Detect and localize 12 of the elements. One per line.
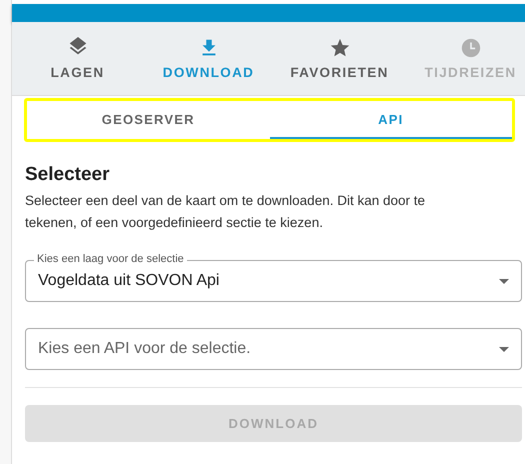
description-text: Selecteer een deel van de kaart om te downloaden. Dit kan door te tekenen, of een voorgedefinieerd sectie te kiezen.: [25, 192, 426, 232]
nav-tab[interactable]: DOWNLOAD: [143, 22, 274, 95]
sub-tab[interactable]: API: [270, 101, 512, 139]
caret-icon: [499, 278, 509, 284]
clock-icon: [460, 37, 482, 59]
nav-tab[interactable]: FAVORIETEN: [274, 22, 405, 95]
section-heading: Selecteer: [25, 164, 111, 186]
nav-tab[interactable]: LAGEN: [12, 22, 143, 95]
field-label: Kies een laag voor de selectie: [34, 253, 187, 265]
star-icon: [328, 37, 350, 59]
sub-tab[interactable]: GEOSERVER: [27, 101, 270, 139]
caret-icon: [499, 346, 509, 352]
